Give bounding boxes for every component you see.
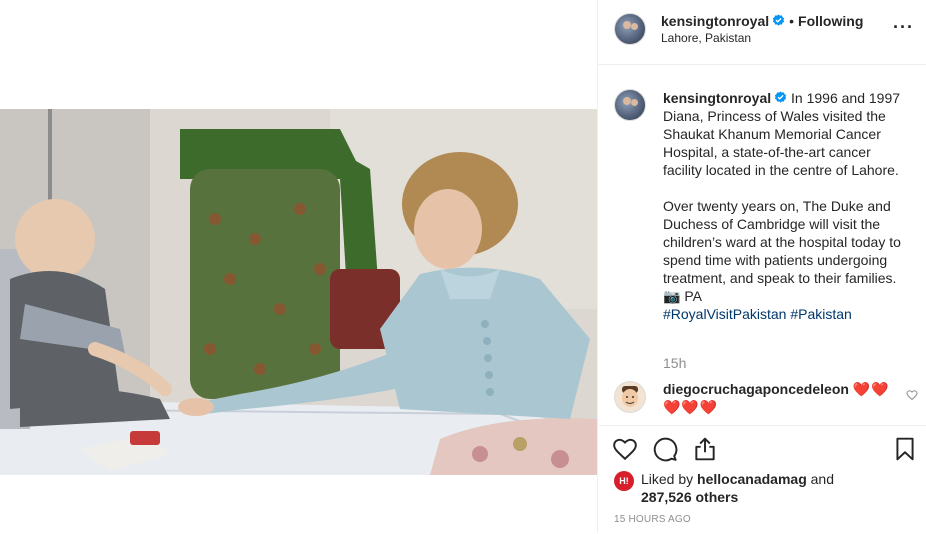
post-header: kensingtonroyal • Following Lahore, Pakist… bbox=[598, 0, 926, 65]
verified-badge-icon bbox=[773, 14, 785, 26]
like-heart-icon[interactable] bbox=[612, 436, 638, 462]
caption-hashtags[interactable]: #RoyalVisitPakistan #Pakistan bbox=[663, 305, 913, 323]
liked-by-text: Liked by hellocanadamag and 287,526 othe… bbox=[641, 470, 911, 506]
author-username[interactable]: kensingtonroyal bbox=[661, 13, 769, 29]
header-user-line: kensingtonroyal • Following bbox=[661, 13, 863, 29]
comment-like-heart-icon[interactable] bbox=[906, 389, 918, 401]
separator-dot: • bbox=[789, 13, 795, 29]
post-sidebar: kensingtonroyal • Following Lahore, Pakist… bbox=[597, 0, 926, 533]
caption-username[interactable]: kensingtonroyal bbox=[663, 90, 771, 106]
liker-avatar[interactable]: H! bbox=[614, 471, 634, 491]
post-location[interactable]: Lahore, Pakistan bbox=[661, 31, 751, 45]
post-actions: H! Liked by hellocanadamag and 287,526 o… bbox=[598, 425, 926, 534]
comment-bubble-icon[interactable] bbox=[652, 436, 678, 462]
comments-section: kensingtonroyal In 1996 and 1997 Diana, … bbox=[598, 65, 926, 425]
commenter-avatar[interactable] bbox=[614, 381, 646, 413]
caption-verified-badge-icon bbox=[775, 91, 787, 103]
more-options-icon[interactable]: ··· bbox=[893, 18, 914, 36]
comment-username[interactable]: diegocruchagaponcedeleon bbox=[663, 381, 849, 397]
post-photo[interactable] bbox=[0, 109, 597, 475]
save-bookmark-icon[interactable] bbox=[892, 436, 918, 462]
share-icon[interactable] bbox=[692, 436, 718, 462]
post-caption: kensingtonroyal In 1996 and 1997 Diana, … bbox=[663, 89, 913, 323]
photo-illustration bbox=[0, 109, 597, 475]
post-timestamp[interactable]: 15 HOURS AGO bbox=[614, 514, 691, 525]
liked-by-prefix: Liked by bbox=[641, 471, 694, 487]
likes-count-others[interactable]: 287,526 others bbox=[641, 489, 738, 505]
caption-author-avatar[interactable] bbox=[614, 89, 646, 121]
liked-by-user[interactable]: hellocanadamag bbox=[697, 471, 807, 487]
liked-by-and: and bbox=[810, 471, 834, 487]
caption-paragraph-2: Over twenty years on, The Duke and Duche… bbox=[663, 198, 901, 304]
comment: diegocruchagaponcedeleon ❤️❤️❤️❤️❤️ bbox=[663, 380, 893, 416]
post-media[interactable] bbox=[0, 0, 597, 533]
follow-status-button[interactable]: Following bbox=[798, 13, 863, 29]
caption-timestamp[interactable]: 15h bbox=[663, 355, 686, 371]
author-avatar[interactable] bbox=[614, 13, 646, 45]
memoji-icon bbox=[622, 386, 638, 407]
